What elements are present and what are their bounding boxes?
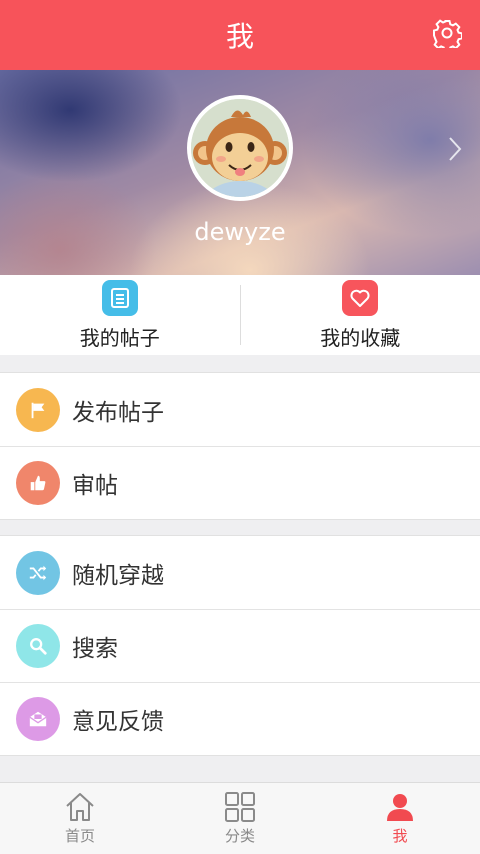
feedback-item[interactable]: 意见反馈 <box>0 682 480 755</box>
user-icon <box>387 794 413 821</box>
review-posts-item[interactable]: 审帖 <box>0 446 480 519</box>
top-bar: 我 <box>0 0 480 70</box>
tab-home[interactable]: 首页 <box>0 783 160 854</box>
publish-post-item[interactable]: 发布帖子 <box>0 373 480 446</box>
menu-group-tools: 随机穿越 搜索 意见反馈 <box>0 535 480 756</box>
username: dewyze <box>194 218 286 246</box>
flag-icon <box>16 387 60 432</box>
publish-post-label: 发布帖子 <box>72 399 164 426</box>
shuffle-icon <box>16 550 60 595</box>
menu-group-posts: 发布帖子 审帖 <box>0 372 480 520</box>
profile-header[interactable]: dewyze <box>0 70 480 275</box>
monkey-avatar-icon <box>191 99 289 197</box>
document-icon <box>101 280 138 316</box>
quick-entries: 我的帖子 我的收藏 <box>0 275 480 355</box>
feedback-label: 意见反馈 <box>72 709 164 735</box>
chevron-right-icon[interactable] <box>448 136 462 162</box>
random-travel-item[interactable]: 随机穿越 <box>0 536 480 609</box>
search-label: 搜索 <box>72 636 118 662</box>
tab-categories-label: 分类 <box>224 827 255 845</box>
random-travel-label: 随机穿越 <box>72 562 164 589</box>
gear-icon[interactable] <box>432 18 462 48</box>
home-icon <box>66 793 94 821</box>
tab-me-label: 我 <box>392 827 408 845</box>
search-icon <box>16 624 60 668</box>
my-posts-label: 我的帖子 <box>79 326 160 350</box>
grid-icon <box>225 792 255 822</box>
mail-icon <box>16 697 60 741</box>
heart-icon <box>342 280 379 316</box>
my-favorites-label: 我的收藏 <box>320 326 401 350</box>
avatar[interactable] <box>187 95 293 201</box>
review-posts-label: 审帖 <box>72 473 118 499</box>
tab-categories[interactable]: 分类 <box>160 783 320 854</box>
bottom-tab-bar: 首页 分类 我 <box>0 782 480 854</box>
thumbs-up-icon <box>16 461 60 505</box>
page-title: 我 <box>225 20 254 53</box>
tab-me[interactable]: 我 <box>320 783 480 854</box>
tab-home-label: 首页 <box>64 827 95 845</box>
search-item[interactable]: 搜索 <box>0 609 480 682</box>
my-posts-button[interactable]: 我的帖子 <box>0 275 240 355</box>
my-favorites-button[interactable]: 我的收藏 <box>241 275 480 355</box>
